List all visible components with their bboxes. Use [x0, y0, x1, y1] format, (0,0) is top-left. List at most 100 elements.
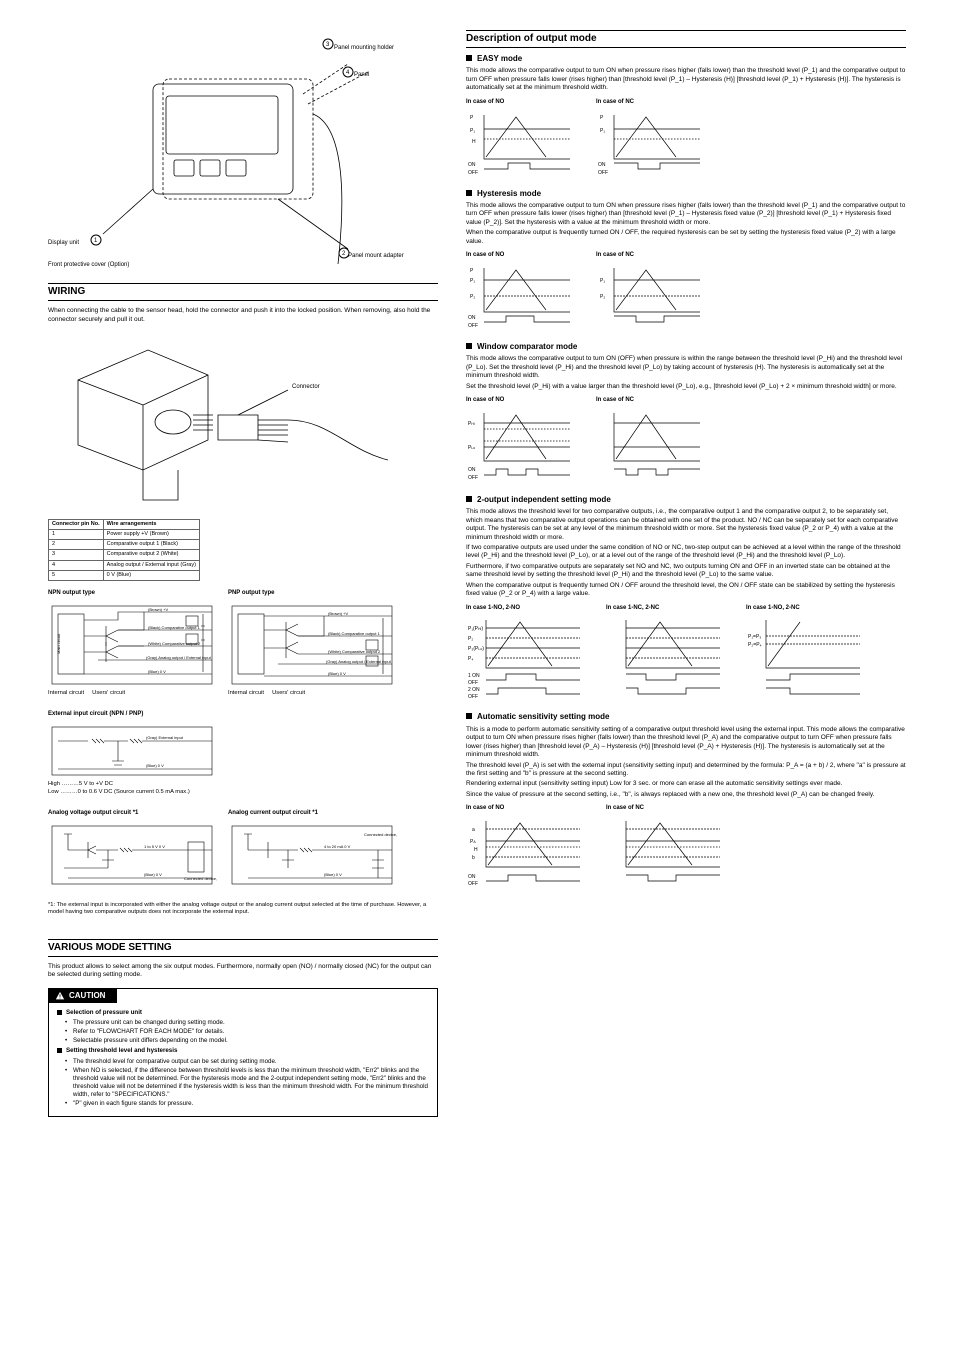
wiring-heading: WIRING: [48, 285, 438, 298]
easy-chart-nc: In case of NC P P₁ ON OFF: [596, 99, 706, 179]
callout-panel-holder: Panel mounting holder: [334, 45, 394, 51]
svg-text:P: P: [600, 115, 604, 121]
svg-text:OFF: OFF: [468, 680, 478, 686]
svg-text:OFF: OFF: [468, 475, 478, 481]
svg-text:ON: ON: [468, 162, 476, 168]
svg-text:(Blue) 0 V: (Blue) 0 V: [328, 671, 346, 676]
svg-text:ON: ON: [468, 315, 476, 321]
svg-text:1 to 5 V 0 V: 1 to 5 V 0 V: [144, 844, 165, 849]
analog-c-diagram: Analog current output circuit *1 4 to 20…: [228, 810, 398, 890]
callout-connector: Connector: [292, 384, 320, 390]
svg-text:OFF: OFF: [468, 694, 478, 700]
svg-text:4 to 20 mA 0 V: 4 to 20 mA 0 V: [324, 844, 351, 849]
right-column: Description of output mode EASY mode Thi…: [466, 28, 906, 1125]
svg-text:(Blue) 0 V: (Blue) 0 V: [324, 872, 342, 877]
indep-chart-1: In case 1-NO, 2-NO P₁(PHi) P₂ P₃(PLo) P₄: [466, 605, 586, 703]
wiring-text: When connecting the cable to the sensor …: [48, 307, 438, 324]
svg-text:P₁: P₁: [600, 278, 605, 284]
panel-mount-illustration: Panel mounting holder Panel Panel mount …: [48, 34, 438, 277]
svg-text:(Black) Comparative output 1: (Black) Comparative output 1: [148, 625, 201, 630]
easy-mode-head: EASY mode: [466, 54, 906, 64]
svg-text:P₁: P₁: [600, 128, 605, 134]
left-column: Panel mounting holder Panel Panel mount …: [48, 28, 438, 1125]
callout-panel: Panel: [354, 72, 369, 78]
auto-chart-no: In case of NO a PA H b ON: [466, 805, 586, 893]
npn-diagram: NPN output type: [48, 590, 218, 697]
svg-text:OFF: OFF: [468, 170, 478, 176]
callout-panel-adapter: Panel mount adapter: [348, 253, 404, 259]
svg-text:4: 4: [346, 70, 350, 76]
hyst-mode-head: Hysteresis mode: [466, 189, 906, 199]
svg-text:ON: ON: [468, 467, 476, 473]
svg-text:OFF: OFF: [468, 323, 478, 329]
pin-table: Connector pin No.Wire arrangements 1Powe…: [48, 519, 200, 581]
svg-text:2: 2: [342, 251, 346, 257]
auto-mode-head: Automatic sensitivity setting mode: [466, 712, 906, 722]
pnp-diagram: PNP output type: [228, 590, 398, 697]
ext-input-diagram: External input circuit (NPN / PNP) (Gray…: [48, 711, 430, 796]
svg-text:OFF: OFF: [598, 170, 608, 176]
svg-text:ON: ON: [598, 162, 606, 168]
svg-text:Connected device, etc.: Connected device, etc.: [364, 832, 398, 837]
svg-text:Front protective cover (Option: Front protective cover (Option): [48, 262, 129, 268]
note-star1: *1: The external input is incorporated w…: [48, 902, 438, 917]
svg-text:(White) Comparative output 2: (White) Comparative output 2: [328, 649, 381, 654]
hyst-chart-no: In case of NO P P₁ P₂ ON OFF: [466, 252, 576, 332]
caution-box: CAUTION Selection of pressure unit The p…: [48, 988, 438, 1117]
hyst-chart-nc: In case of NC P₁ P₂: [596, 252, 706, 332]
svg-text:3: 3: [326, 42, 330, 48]
svg-text:1 ON: 1 ON: [468, 673, 480, 679]
svg-text:P₂: P₂: [468, 636, 473, 642]
svg-text:(Blue) 0 V: (Blue) 0 V: [144, 872, 162, 877]
mode-setting-heading: VARIOUS MODE SETTING: [48, 941, 438, 954]
svg-text:1: 1: [94, 238, 98, 244]
window-chart-nc: In case of NC: [596, 397, 706, 485]
svg-text:(Brown) +V: (Brown) +V: [148, 607, 168, 612]
svg-text:(Blue) 0 V: (Blue) 0 V: [146, 763, 164, 768]
caution-head: CAUTION: [49, 989, 117, 1003]
svg-text:P₁: P₁: [470, 278, 475, 284]
svg-text:(Black) Comparative output 1: (Black) Comparative output 1: [328, 631, 381, 636]
svg-text:OFF: OFF: [468, 881, 478, 887]
warning-icon: [55, 991, 65, 1001]
indep-chart-2: In case 1-NC, 2-NC: [606, 605, 726, 703]
svg-text:(White) Comparative output 2: (White) Comparative output 2: [148, 641, 201, 646]
svg-text:P₂: P₂: [600, 294, 605, 300]
svg-text:H: H: [474, 847, 478, 853]
svg-text:PLo: PLo: [468, 445, 475, 451]
svg-text:(Gray) External input: (Gray) External input: [146, 735, 184, 740]
auto-chart-nc: In case of NC: [606, 805, 726, 893]
svg-text:b: b: [472, 855, 475, 861]
svg-text:(Blue) 0 V: (Blue) 0 V: [148, 669, 166, 674]
mode-setting-intro: This product allows to select among the …: [48, 963, 438, 980]
svg-text:PHi: PHi: [468, 421, 475, 427]
indep-chart-3: In case 1-NO, 2-NC P₁=P₃ P₂=P₄: [746, 605, 866, 703]
svg-text:P₃(PLo): P₃(PLo): [468, 646, 484, 652]
svg-text:PA: PA: [470, 839, 476, 845]
indep-mode-head: 2-output independent setting mode: [466, 495, 906, 505]
easy-chart-no: In case of NO P P₁ H ON OFF: [466, 99, 576, 179]
analog-v-diagram: Analog voltage output circuit *1 1 to 5 …: [48, 810, 218, 890]
output-mode-heading: Description of output mode: [466, 32, 906, 45]
svg-text:P: P: [470, 115, 474, 121]
svg-text:(Brown) +V: (Brown) +V: [328, 611, 348, 616]
svg-text:(Gray) Analog output / Externa: (Gray) Analog output / External input: [146, 655, 212, 660]
svg-text:P: P: [470, 268, 474, 274]
svg-text:H: H: [472, 139, 476, 145]
svg-text:P₂: P₂: [470, 294, 475, 300]
svg-text:Display unit: Display unit: [48, 240, 79, 246]
svg-text:P₄: P₄: [468, 656, 473, 662]
svg-text:P₁(PHi): P₁(PHi): [468, 626, 483, 632]
svg-text:2 ON: 2 ON: [468, 687, 480, 693]
svg-text:P₁=P₃: P₁=P₃: [748, 634, 761, 640]
svg-text:Main circuit: Main circuit: [56, 633, 61, 654]
svg-text:(Gray) Analog output / Externa: (Gray) Analog output / External input: [326, 659, 392, 664]
easy-mode-text: This mode allows the comparative output …: [466, 67, 906, 92]
connector-illustration: Connector: [48, 330, 438, 513]
window-chart-no: In case of NO PHi PLo ON OFF: [466, 397, 576, 485]
svg-text:P₁: P₁: [470, 128, 475, 134]
svg-text:Connected device, etc.: Connected device, etc.: [184, 876, 218, 881]
svg-text:ON: ON: [468, 874, 476, 880]
window-mode-head: Window comparator mode: [466, 342, 906, 352]
svg-text:P₂=P₄: P₂=P₄: [748, 642, 762, 648]
